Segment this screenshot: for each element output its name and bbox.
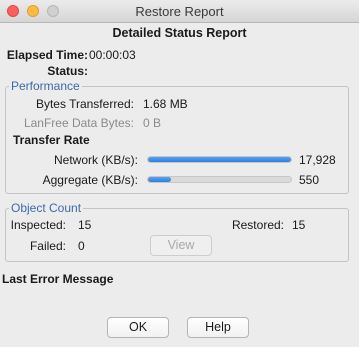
restored-label: Restored: (231, 218, 284, 232)
transfer-rate-heading: Transfer Rate (13, 133, 90, 147)
ok-button[interactable]: OK (107, 317, 169, 338)
inspected-value: 15 (78, 218, 92, 232)
aggregate-rate-bar (147, 176, 292, 183)
last-error-heading: Last Error Message (2, 272, 114, 286)
view-button[interactable]: View (150, 235, 212, 256)
bytes-transferred-label: Bytes Transferred: (35, 97, 134, 111)
aggregate-rate-label: Aggregate (KB/s): (42, 173, 138, 187)
restored-value: 15 (292, 218, 306, 232)
status-label: Status: (47, 64, 88, 78)
failed-value: 0 (78, 239, 85, 253)
object-count-legend: Object Count (9, 201, 84, 215)
performance-legend: Performance (9, 79, 82, 93)
lanfree-data-bytes-value: 0 B (143, 116, 162, 130)
title-bar: Restore Report (0, 0, 359, 23)
window-title: Restore Report (135, 4, 224, 19)
elapsed-time-value: 00:00:03 (89, 48, 136, 62)
network-rate-label: Network (KB/s): (53, 153, 138, 167)
aggregate-rate-fill (148, 177, 171, 182)
help-button[interactable]: Help (187, 317, 249, 338)
inspected-label: Inspected: (10, 218, 66, 232)
bytes-transferred-value: 1.68 MB (143, 97, 188, 111)
network-rate-fill (148, 157, 291, 162)
network-rate-bar (147, 156, 292, 163)
elapsed-time-label: Elapsed Time: (6, 48, 88, 62)
report-heading: Detailed Status Report (112, 26, 247, 40)
failed-label: Failed: (29, 239, 66, 253)
network-rate-value: 17,928 (299, 153, 336, 167)
lanfree-data-bytes-label: LanFree Data Bytes: (23, 116, 134, 130)
aggregate-rate-value: 550 (299, 173, 320, 187)
